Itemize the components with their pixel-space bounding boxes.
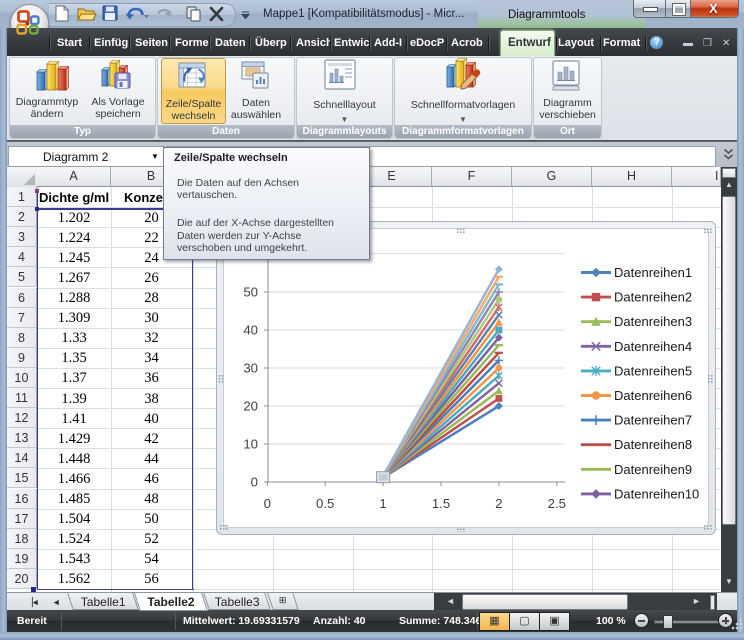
svg-text:Datenreihen8: Datenreihen8 bbox=[614, 437, 692, 452]
svg-text:20: 20 bbox=[243, 399, 258, 414]
svg-text:0.5: 0.5 bbox=[316, 496, 334, 511]
svg-text:30: 30 bbox=[243, 361, 258, 376]
svg-text:0: 0 bbox=[251, 475, 258, 490]
svg-text:1: 1 bbox=[379, 496, 386, 511]
svg-text:Datenreihen7: Datenreihen7 bbox=[614, 413, 692, 428]
svg-text:1.5: 1.5 bbox=[432, 496, 450, 511]
svg-text:Datenreihen1: Datenreihen1 bbox=[614, 265, 692, 280]
svg-text:50: 50 bbox=[243, 285, 258, 300]
svg-text:Datenreihen10: Datenreihen10 bbox=[614, 486, 699, 501]
svg-text:10: 10 bbox=[243, 437, 258, 452]
svg-text:40: 40 bbox=[243, 323, 258, 338]
svg-text:Datenreihen4: Datenreihen4 bbox=[614, 339, 692, 354]
svg-text:0: 0 bbox=[264, 496, 271, 511]
svg-text:2: 2 bbox=[495, 496, 502, 511]
svg-text:Datenreihen6: Datenreihen6 bbox=[614, 388, 692, 403]
svg-text:Datenreihen3: Datenreihen3 bbox=[614, 314, 692, 329]
svg-text:Datenreihen2: Datenreihen2 bbox=[614, 290, 692, 305]
svg-text:2.5: 2.5 bbox=[548, 496, 566, 511]
svg-text:Datenreihen9: Datenreihen9 bbox=[614, 462, 692, 477]
svg-text:Datenreihen5: Datenreihen5 bbox=[614, 363, 692, 378]
